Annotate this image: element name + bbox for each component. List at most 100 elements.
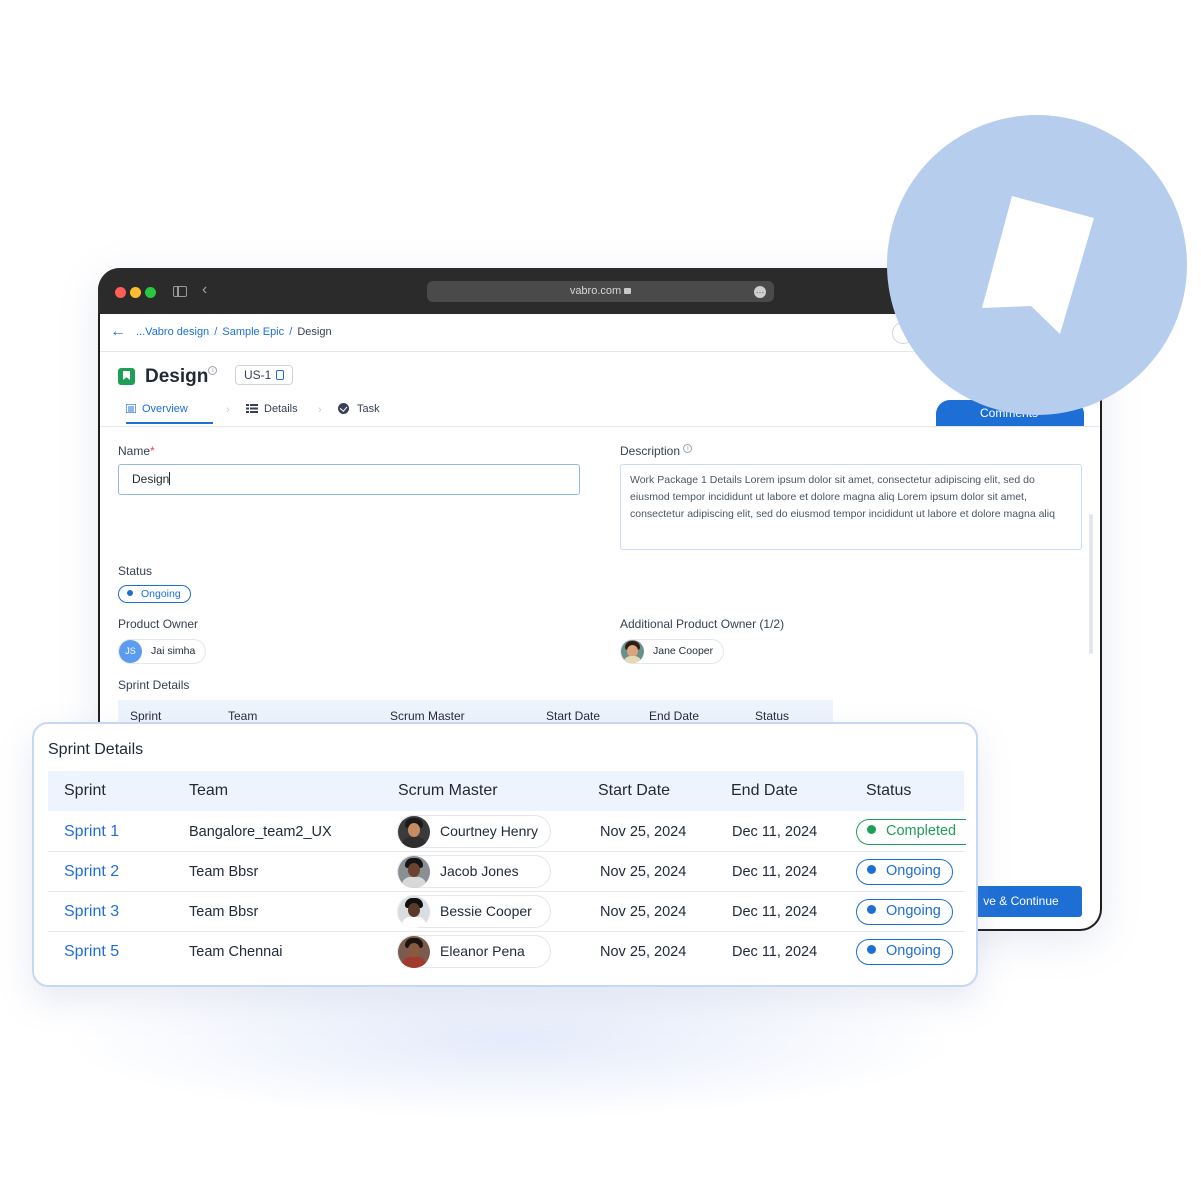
description-field[interactable]: Work Package 1 Details Lorem ipsum dolor… (620, 464, 1082, 550)
scrum-master-chip[interactable]: Courtney Henry (397, 815, 551, 848)
start-date-cell: Nov 25, 2024 (600, 824, 687, 840)
scrollbar[interactable] (1089, 514, 1093, 654)
status-text: Completed (886, 823, 957, 839)
status-badge: Completed (856, 819, 966, 845)
sprint-link[interactable]: Sprint 3 (64, 903, 119, 921)
page-title: Design i (145, 366, 218, 388)
end-date-cell: Dec 11, 2024 (732, 944, 818, 960)
table-header: Sprint Team Scrum Master Start Date End … (48, 771, 964, 811)
chevron-right-icon: › (226, 404, 230, 416)
table-row: Sprint 1 Bangalore_team2_UX Courtney Hen… (48, 812, 966, 852)
avatar: JS (119, 640, 142, 663)
scrum-master-chip[interactable]: Bessie Cooper (397, 895, 551, 928)
bookmark-icon (118, 368, 135, 385)
chevron-right-icon: › (318, 404, 322, 416)
team-cell: Team Bbsr (189, 864, 259, 880)
column-header: Status (755, 709, 790, 723)
avatar (398, 816, 430, 848)
breadcrumb: ...Vabro design / Sample Epic / Design (136, 326, 332, 338)
table-row: Sprint 3 Team Bbsr Bessie Cooper Nov 25,… (48, 892, 964, 932)
tab-label: Task (357, 403, 380, 415)
status-badge: Ongoing (856, 859, 953, 885)
description-text: Work Package 1 Details Lorem ipsum dolor… (630, 474, 1055, 520)
tab-task[interactable]: Task (338, 402, 380, 424)
additional-owner-label: Additional Product Owner (1/2) (620, 617, 785, 631)
lock-icon (624, 288, 632, 294)
column-header: Status (866, 782, 912, 799)
scrum-master-chip[interactable]: Eleanor Pena (397, 935, 551, 968)
breadcrumb-item[interactable]: Sample Epic (222, 326, 284, 338)
list-icon (126, 404, 136, 413)
column-header: Sprint (64, 782, 106, 799)
status-dot-icon (867, 865, 876, 874)
close-window-button[interactable] (115, 287, 126, 298)
breadcrumb-separator: / (214, 326, 218, 338)
item-id-chip[interactable]: US-1 (235, 365, 294, 385)
sprint-link[interactable]: Sprint 5 (64, 943, 119, 961)
scrum-master-chip[interactable]: Jacob Jones (397, 855, 551, 888)
name-input[interactable]: Design (118, 464, 580, 495)
check-circle-icon (338, 403, 349, 414)
status-badge: Ongoing (856, 939, 953, 965)
stage: ‹ vabro.com … ← ...Vabro design / Sample… (0, 0, 1201, 1200)
copy-icon[interactable] (276, 370, 285, 380)
breadcrumb-item[interactable]: ...Vabro design (136, 326, 209, 338)
sprint-link[interactable]: Sprint 1 (64, 823, 119, 841)
tab-label: Details (264, 403, 298, 415)
status-dot-icon (867, 825, 876, 834)
column-header: Start Date (598, 782, 671, 799)
name-input-value: Design (132, 472, 170, 486)
status-dot-icon (127, 590, 133, 596)
avatar (621, 640, 644, 663)
status-text: Ongoing (886, 903, 941, 919)
status-badge: Ongoing (856, 899, 953, 925)
product-owner-chip[interactable]: JS Jai simha (118, 639, 207, 664)
column-header: Scrum Master (390, 709, 465, 723)
status-dropdown[interactable]: Ongoing (118, 585, 191, 603)
additional-owner-name: Jane Cooper (653, 645, 714, 657)
end-date-cell: Dec 11, 2024 (732, 904, 818, 920)
save-continue-label: ve & Continue (983, 894, 1059, 908)
team-cell: Team Bbsr (189, 904, 259, 920)
info-icon[interactable]: i (683, 444, 693, 453)
column-header: Start Date (546, 709, 601, 723)
start-date-cell: Nov 25, 2024 (600, 864, 687, 880)
item-id: US-1 (244, 368, 272, 382)
status-value: Ongoing (141, 588, 181, 600)
sprint-link[interactable]: Sprint 2 (64, 863, 119, 881)
column-header: End Date (731, 782, 798, 799)
additional-owner-chip[interactable]: Jane Cooper (620, 639, 725, 664)
end-date-cell: Dec 11, 2024 (732, 824, 818, 840)
more-options-icon[interactable]: … (754, 286, 766, 298)
url-text: vabro.com (569, 285, 622, 297)
column-header: Sprint (130, 709, 162, 723)
browser-back-icon[interactable]: ‹ (202, 282, 207, 298)
breadcrumb-separator: / (289, 326, 293, 338)
scrum-master-name: Courtney Henry (440, 823, 539, 839)
page-title-text: Design (145, 366, 209, 387)
card-title: Sprint Details (48, 741, 144, 758)
tab-details[interactable]: Details (246, 402, 298, 424)
team-cell: Bangalore_team2_UX (189, 824, 332, 840)
description-label-text: Description (620, 444, 681, 458)
start-date-cell: Nov 25, 2024 (600, 944, 687, 960)
save-continue-button[interactable]: ve & Continue (960, 886, 1082, 917)
tab-label: Overview (142, 403, 188, 415)
table-row: Sprint 2 Team Bbsr Jacob Jones Nov 25, 2… (48, 852, 964, 892)
sidebar-toggle-icon[interactable] (173, 286, 187, 297)
maximize-window-button[interactable] (145, 287, 156, 298)
tab-overview[interactable]: Overview (126, 402, 213, 424)
url-bar[interactable]: vabro.com (427, 281, 774, 302)
status-label: Status (118, 564, 153, 578)
scrum-master-name: Jacob Jones (440, 863, 519, 879)
team-cell: Team Chennai (189, 944, 283, 960)
description-label: Description i (620, 444, 693, 458)
scrum-master-name: Eleanor Pena (440, 943, 525, 959)
status-dot-icon (867, 905, 876, 914)
tab-divider (100, 426, 1100, 427)
back-arrow-icon[interactable]: ← (110, 323, 126, 341)
minimize-window-button[interactable] (130, 287, 141, 298)
info-icon[interactable]: i (208, 366, 218, 375)
column-header: Scrum Master (398, 782, 498, 799)
sprint-details-label: Sprint Details (118, 678, 190, 692)
